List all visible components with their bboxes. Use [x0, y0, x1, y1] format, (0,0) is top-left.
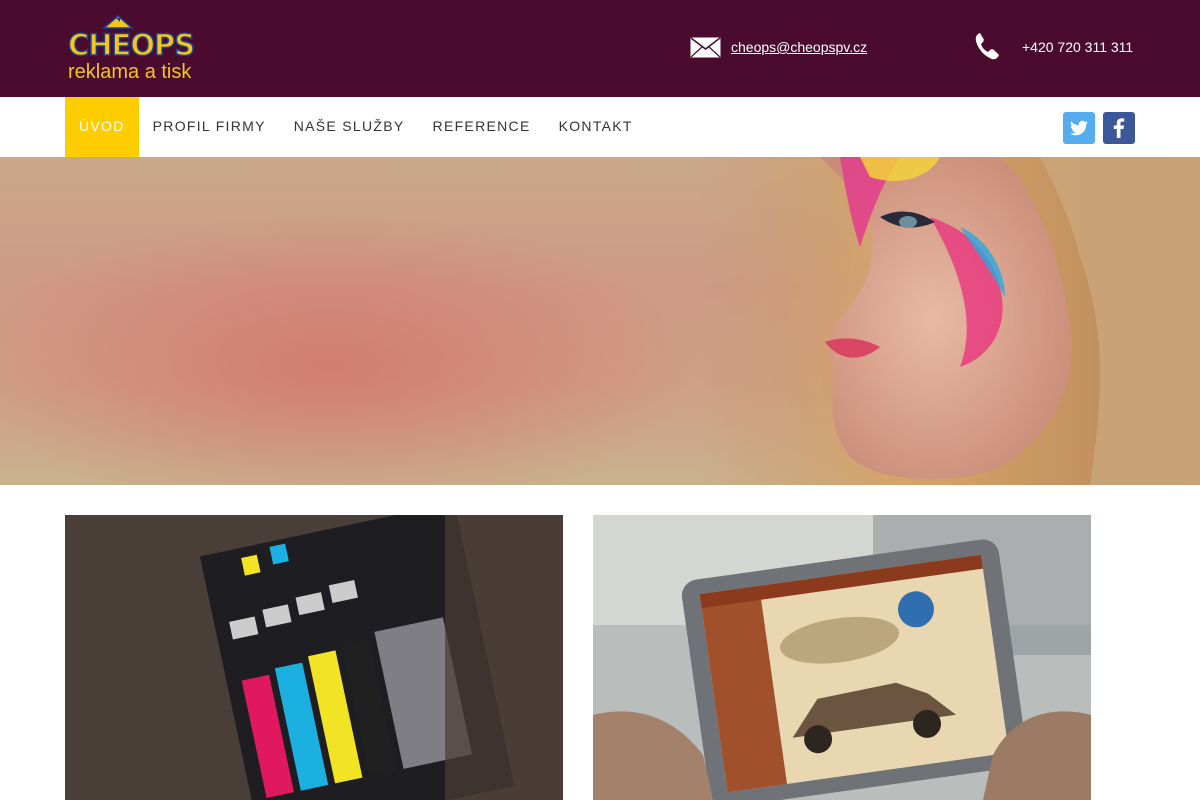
- nav-item-nase-sluzby[interactable]: NAŠE SLUŽBY: [280, 97, 419, 157]
- tablet-vintage-car-image: [593, 515, 1091, 800]
- logo-tagline: reklama a tisk: [68, 61, 192, 83]
- nav-item-reference[interactable]: REFERENCE: [419, 97, 545, 157]
- logo-brand: CHEOPS: [67, 27, 196, 63]
- twitter-button[interactable]: [1063, 112, 1095, 144]
- nav-item-kontakt[interactable]: KONTAKT: [545, 97, 647, 157]
- logo-mark: CHEOPS: [66, 14, 200, 63]
- nav-item-profil-firmy[interactable]: PROFIL FIRMY: [139, 97, 280, 157]
- hero-portrait-image: [700, 157, 1200, 485]
- facebook-icon: [1113, 118, 1125, 138]
- phone-number: +420 720 311 311: [1022, 39, 1134, 55]
- top-bar: CHEOPS reklama a tisk cheops@cheopspv.cz…: [0, 0, 1200, 97]
- main-nav: ÚVOD PROFIL FIRMY NAŠE SLUŽBY REFERENCE …: [65, 97, 647, 157]
- printer-ink-cartridges-image: [65, 515, 563, 800]
- hero-banner: [0, 157, 1200, 485]
- envelope-icon: [690, 37, 721, 58]
- facebook-button[interactable]: [1103, 112, 1135, 144]
- card-web[interactable]: [593, 515, 1091, 800]
- card-printing[interactable]: [65, 515, 563, 800]
- phone-icon: [975, 33, 999, 60]
- nav-item-uvod[interactable]: ÚVOD: [65, 97, 139, 157]
- twitter-icon: [1070, 120, 1088, 136]
- cheops-logo[interactable]: CHEOPS reklama a tisk: [66, 14, 200, 84]
- email-link[interactable]: cheops@cheopspv.cz: [731, 39, 867, 55]
- main-navbar: ÚVOD PROFIL FIRMY NAŠE SLUŽBY REFERENCE …: [0, 97, 1200, 157]
